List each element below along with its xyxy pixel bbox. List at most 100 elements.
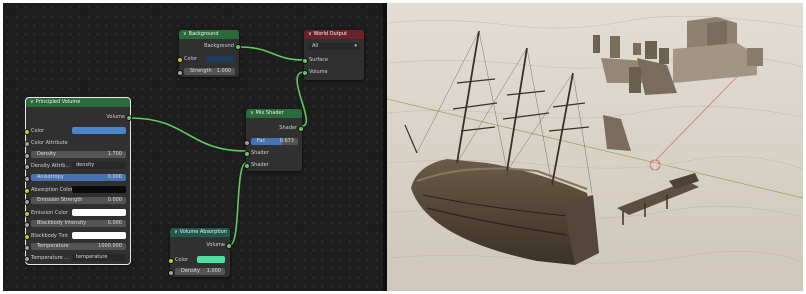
shader-node-editor[interactable]: ∨ Background Background Color Strength 1.… <box>3 3 383 291</box>
color-input-socket[interactable] <box>168 258 174 264</box>
emission-strength-field[interactable]: Emission Strength 0.000 <box>31 197 126 204</box>
field-label: Strength <box>190 68 212 74</box>
field-label: Blackbody Intensity <box>37 220 87 226</box>
density-attribute-label: Density Attrib... <box>31 163 71 169</box>
chevron-down-icon[interactable]: ∨ <box>174 229 178 235</box>
mix-shader-node[interactable]: ∨ Mix Shader Shader Fac 0.673 Shader Shad… <box>244 109 304 171</box>
fac-slider[interactable]: Fac 0.673 <box>251 138 298 145</box>
principled-volume-header[interactable]: ∨ Principled Volume <box>26 98 130 107</box>
color-swatch[interactable] <box>197 256 225 263</box>
temperature-attribute-label: Temperature ... <box>31 255 70 261</box>
volume-label: Volume <box>309 69 328 75</box>
blender-window: ∨ Background Background Color Strength 1.… <box>0 0 806 294</box>
shader-input-1-label: Shader <box>251 150 269 156</box>
volume-input-socket[interactable] <box>302 70 308 76</box>
shader-input-1-socket[interactable] <box>244 151 250 157</box>
background-node-header[interactable]: ∨ Background <box>179 30 239 39</box>
color-label: Color <box>184 56 198 62</box>
output-socket[interactable] <box>226 243 232 249</box>
world-output-node[interactable]: ∨ World Output All ▾ Surface Volume <box>302 30 364 80</box>
shader-input-2-label: Shader <box>251 162 269 168</box>
chevron-down-icon[interactable]: ∨ <box>308 31 312 37</box>
output-socket[interactable] <box>298 126 304 132</box>
dropdown-value: All <box>312 43 319 49</box>
emission-color-socket[interactable] <box>24 211 30 217</box>
color-attribute-socket[interactable] <box>24 141 30 147</box>
field-value: 1.000 <box>216 68 231 74</box>
strength-input-socket[interactable] <box>177 70 183 76</box>
temperature-attribute-field[interactable]: temperature <box>72 254 126 261</box>
chevron-down-icon[interactable]: ∨ <box>30 99 34 105</box>
color-swatch[interactable] <box>72 127 126 134</box>
field-label: Fac <box>257 138 266 144</box>
field-label: Emission Strength <box>37 197 83 203</box>
strength-field[interactable]: Strength 1.000 <box>184 68 235 75</box>
field-value: 1.700 <box>107 151 122 157</box>
output-label: Shader <box>279 125 297 131</box>
absorption-color-label: Absorption Color <box>31 187 73 193</box>
field-label: Temperature <box>37 243 69 249</box>
field-value: temperature <box>76 254 108 260</box>
color-input-socket[interactable] <box>24 129 30 135</box>
viewport-scene <box>387 3 803 291</box>
blackbody-tint-socket[interactable] <box>24 234 30 240</box>
world-output-header[interactable]: ∨ World Output <box>304 30 364 39</box>
blackbody-tint-swatch[interactable] <box>72 232 126 239</box>
surface-label: Surface <box>309 57 329 63</box>
emission-color-swatch[interactable] <box>72 209 126 216</box>
volume-absorption-header[interactable]: ∨ Volume Absorption <box>170 228 230 237</box>
node-title: Principled Volume <box>35 99 81 105</box>
chevron-down-icon[interactable]: ∨ <box>250 110 254 116</box>
volume-absorption-node[interactable]: ∨ Volume Absorption Volume Color Density … <box>168 228 232 277</box>
density-field[interactable]: Density 1.000 <box>175 268 225 275</box>
absorption-color-swatch[interactable] <box>72 186 126 193</box>
color-swatch[interactable] <box>206 56 235 63</box>
field-value: density <box>76 162 95 168</box>
link-absorption-to-mixshader <box>229 162 247 246</box>
field-value: 1000.000 <box>98 243 122 249</box>
link-principled-to-mixshader <box>129 117 247 152</box>
field-label: Density <box>37 151 57 157</box>
field-value: 0.000 <box>107 174 122 180</box>
temperature-input-socket[interactable] <box>24 245 30 251</box>
chevron-down-icon[interactable]: ∨ <box>183 31 187 37</box>
node-title: Background <box>188 31 219 37</box>
temperature-field[interactable]: Temperature 1000.000 <box>31 243 126 250</box>
emission-color-label: Emission Color <box>31 210 68 216</box>
blackbody-intensity-field[interactable]: Blackbody Intensity 0.000 <box>31 220 126 227</box>
output-label: Volume <box>106 114 125 120</box>
fac-input-socket[interactable] <box>244 140 250 146</box>
background-node[interactable]: ∨ Background Background Color Strength 1.… <box>177 30 241 77</box>
density-input-socket[interactable] <box>168 270 174 276</box>
color-label: Color <box>31 128 45 134</box>
principled-volume-node[interactable]: ∨ Principled Volume Volume Color Color At… <box>24 97 132 265</box>
output-socket[interactable] <box>235 44 241 50</box>
chevron-down-icon: ▾ <box>354 43 357 49</box>
color-label: Color <box>175 257 189 263</box>
field-value: 1.000 <box>206 268 221 274</box>
shader-input-2-socket[interactable] <box>244 163 250 169</box>
color-attribute-label: Color Attribute <box>31 140 68 146</box>
density-field[interactable]: Density 1.700 <box>31 151 126 158</box>
3d-viewport[interactable] <box>387 3 803 291</box>
temperature-attribute-socket[interactable] <box>24 256 30 262</box>
density-attribute-field[interactable]: density <box>72 162 126 169</box>
field-value: 0.673 <box>279 138 294 144</box>
field-value: 0.000 <box>107 197 122 203</box>
emission-strength-socket[interactable] <box>24 199 30 205</box>
output-label: Volume <box>206 242 225 248</box>
node-title: World Output <box>313 31 347 37</box>
mix-shader-header[interactable]: ∨ Mix Shader <box>246 109 302 118</box>
absorption-color-socket[interactable] <box>24 188 30 194</box>
target-dropdown[interactable]: All ▾ <box>308 43 360 50</box>
color-input-socket[interactable] <box>177 57 183 63</box>
blackbody-intensity-socket[interactable] <box>24 222 30 228</box>
output-socket[interactable] <box>126 115 132 121</box>
blackbody-tint-label: Blackbody Tint <box>31 233 68 239</box>
density-attribute-socket[interactable] <box>24 164 30 170</box>
node-title: Mix Shader <box>255 110 284 116</box>
anisotropy-field[interactable]: Anisotropy 0.000 <box>31 174 126 181</box>
surface-input-socket[interactable] <box>302 58 308 64</box>
density-input-socket[interactable] <box>24 153 30 159</box>
anisotropy-input-socket[interactable] <box>24 176 30 182</box>
